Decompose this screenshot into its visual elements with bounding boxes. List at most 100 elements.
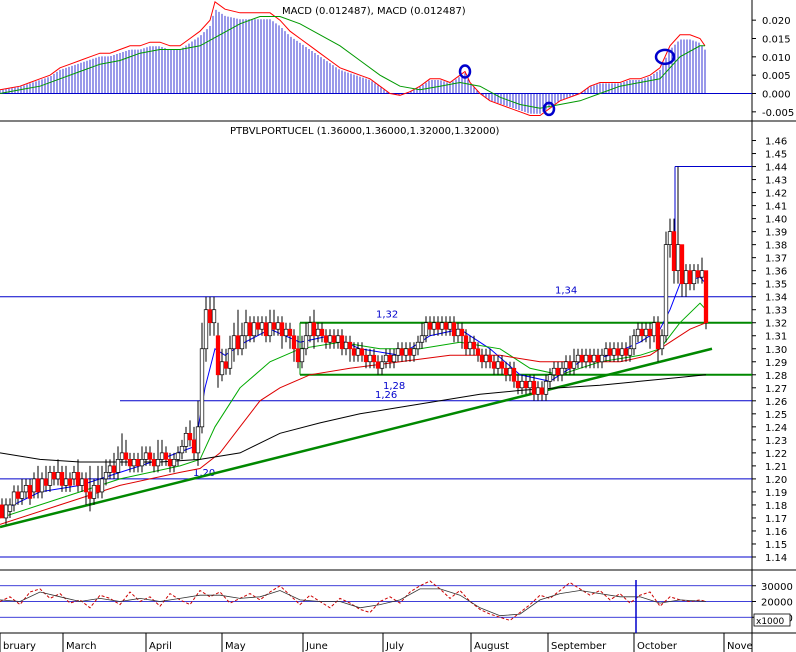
- candle-down: [607, 348, 613, 356]
- candle-up: [619, 348, 625, 356]
- candle-up: [335, 335, 341, 343]
- price-y-tick-label: 1.25: [765, 410, 787, 421]
- price-y-tick-label: 1.33: [765, 306, 787, 317]
- candle-down: [427, 322, 433, 330]
- candle-down: [647, 328, 653, 337]
- candle-down: [387, 354, 393, 363]
- candle-down: [35, 478, 41, 493]
- candle-down: [363, 354, 369, 363]
- candle-up: [107, 465, 113, 473]
- candle-up: [63, 478, 69, 486]
- price-y-tick-label: 1.27: [765, 384, 787, 395]
- candle-down: [703, 270, 709, 324]
- candle-up: [383, 354, 389, 363]
- candle-up: [543, 380, 549, 395]
- price-y-tick-label: 1.46: [765, 137, 787, 148]
- candle-up: [415, 341, 421, 350]
- candle-down: [151, 459, 157, 467]
- candle-up: [55, 472, 61, 480]
- candle-down: [0, 504, 5, 519]
- macd-y-tick-label: 0.000: [762, 90, 791, 101]
- candle-down: [539, 387, 545, 395]
- candle-down: [487, 354, 493, 363]
- stock-chart: MACD (0.012487), MACD (0.012487) PTBVLPO…: [0, 0, 796, 652]
- candle-up: [39, 478, 45, 493]
- candle-down: [695, 270, 701, 278]
- candle-up: [219, 361, 225, 376]
- price-y-tick-label: 1.40: [765, 215, 787, 226]
- macd-title: MACD (0.012487), MACD (0.012487): [282, 6, 466, 17]
- x-axis-label: Nove: [727, 641, 753, 652]
- candle-up: [611, 348, 617, 356]
- candle-down: [263, 322, 269, 337]
- candle-down: [95, 485, 101, 493]
- candle-down: [247, 322, 253, 337]
- price-y-tick-label: 1.31: [765, 332, 787, 343]
- candle-down: [579, 354, 585, 363]
- candle-up: [11, 491, 17, 506]
- candle-up: [47, 472, 53, 486]
- x-axis-label: bruary: [3, 641, 36, 652]
- candle-up: [395, 348, 401, 356]
- candle-up: [227, 348, 233, 369]
- price-title: PTBVLPORTUCEL (1.36000,1.36000,1.32000,1…: [230, 126, 500, 137]
- candle-up: [115, 459, 121, 473]
- candle-up: [299, 348, 305, 363]
- channel-label: 1,28: [383, 381, 405, 392]
- candle-up: [419, 335, 425, 343]
- candle-up: [315, 328, 321, 337]
- candle-up: [535, 387, 541, 395]
- candle-up: [367, 354, 373, 363]
- macd-y-tick-label: 0.005: [762, 71, 791, 82]
- candle-up: [303, 335, 309, 350]
- candle-up: [651, 322, 657, 337]
- candle-up: [391, 354, 397, 363]
- candle-up: [403, 348, 409, 356]
- candle-up: [563, 361, 569, 369]
- macd-y-tick-label: 0.010: [762, 53, 791, 64]
- candle-up: [455, 328, 461, 337]
- price-y-tick-label: 1.14: [765, 553, 787, 564]
- candle-up: [343, 341, 349, 350]
- candle-down: [271, 322, 277, 330]
- candle-up: [635, 328, 641, 337]
- candle-down: [407, 348, 413, 356]
- candle-up: [571, 361, 577, 369]
- candle-up: [467, 341, 473, 350]
- candle-down: [503, 367, 509, 376]
- x-axis-label: July: [385, 641, 404, 652]
- candle-down: [463, 335, 469, 350]
- candle-up: [23, 485, 29, 493]
- price-y-tick-label: 1.21: [765, 462, 787, 473]
- candle-down: [75, 472, 81, 486]
- candle-down: [475, 348, 481, 356]
- candle-up: [71, 472, 77, 480]
- candle-up: [507, 367, 513, 376]
- candle-up: [307, 322, 313, 337]
- price-y-tick-label: 1.15: [765, 540, 787, 551]
- candle-up: [431, 322, 437, 330]
- price-y-tick-label: 1.17: [765, 514, 787, 525]
- candle-down: [123, 452, 129, 460]
- candle-up: [283, 328, 289, 337]
- candle-up: [591, 354, 597, 363]
- candle-down: [671, 231, 677, 272]
- price-y-tick-label: 1.39: [765, 228, 787, 239]
- candle-down: [491, 361, 497, 369]
- price-y-tick-label: 1.44: [765, 163, 787, 174]
- candle-up: [355, 348, 361, 356]
- candle-down: [223, 361, 229, 369]
- price-y-tick-label: 1.29: [765, 358, 787, 369]
- candle-up: [175, 452, 181, 460]
- candle-down: [215, 335, 221, 376]
- price-y-tick-label: 1.23: [765, 436, 787, 447]
- oscillator-y-tick-label: 30000: [761, 582, 793, 593]
- candle-up: [195, 426, 201, 454]
- oscillator-y-tick-label: 20000: [761, 598, 793, 609]
- candle-up: [275, 322, 281, 330]
- candle-up: [3, 504, 9, 519]
- candle-down: [555, 367, 561, 376]
- candle-up: [259, 322, 265, 330]
- candle-up: [583, 354, 589, 363]
- candle-down: [471, 341, 477, 350]
